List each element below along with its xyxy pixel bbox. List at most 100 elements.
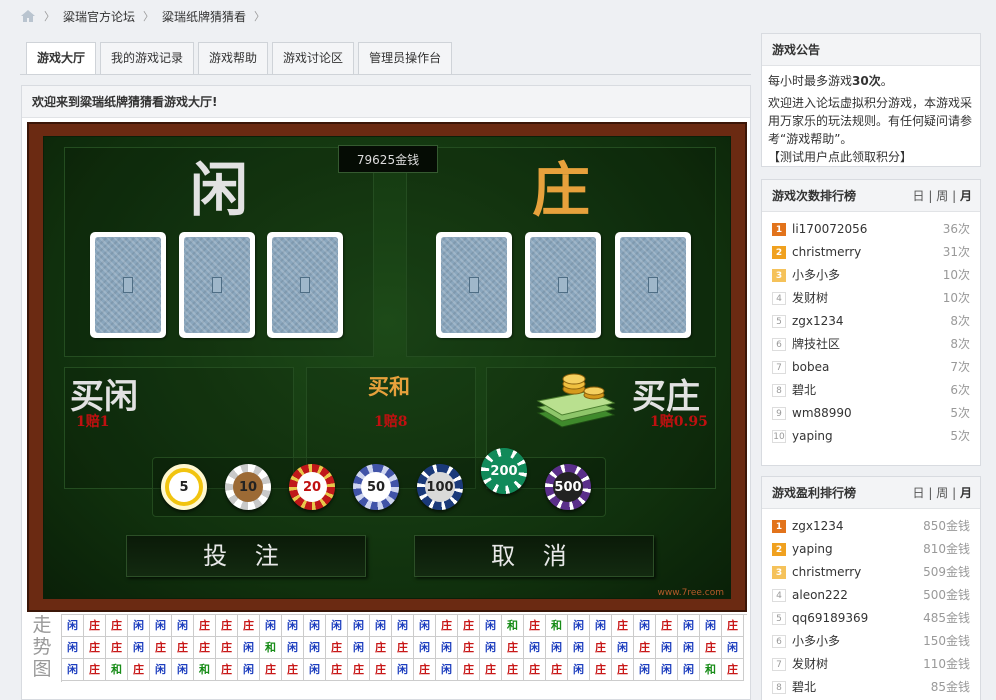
period-month[interactable]: 月 — [960, 486, 972, 500]
tab-my-records[interactable]: 我的游戏记录 — [100, 42, 195, 74]
count-rank-item: 3 小多小多 10次 — [762, 264, 980, 287]
rank-username-link[interactable]: 碧北 — [792, 383, 816, 397]
bet-banker-odds: 1赔0.95 — [650, 414, 708, 430]
chevron-right-icon: 〉 — [254, 10, 266, 23]
breadcrumb: 〉 粱瑞官方论坛 〉 粱瑞纸牌猜猜看 〉 — [20, 6, 265, 26]
rank-username-link[interactable]: 小多小多 — [792, 268, 840, 282]
rank-username-link[interactable]: zgx1234 — [792, 314, 844, 328]
trend-cell: 闲 — [414, 637, 436, 659]
rank-number-badge: 9 — [772, 407, 786, 420]
trend-cell: 庄 — [216, 659, 238, 681]
trend-cell: 和 — [106, 659, 128, 681]
trend-cell: 闲 — [370, 615, 392, 637]
breadcrumb-forum-link[interactable]: 粱瑞官方论坛 — [63, 8, 135, 25]
home-icon[interactable] — [20, 9, 36, 23]
trend-cell: 庄 — [502, 659, 524, 681]
trend-cell: 闲 — [392, 615, 414, 637]
trend-cell: 庄 — [370, 659, 392, 681]
rank-username-link[interactable]: 小多小多 — [792, 634, 840, 648]
rank-value: 485金钱 — [923, 611, 970, 625]
trend-cell: 闲 — [348, 615, 370, 637]
trend-cell: 闲 — [326, 615, 348, 637]
chip-200[interactable]: 200 — [481, 448, 527, 494]
rank-username-link[interactable]: yaping — [792, 542, 833, 556]
profit-rank-item: 7 发财树 110金钱 — [762, 653, 980, 676]
rank-number-badge: 10 — [772, 430, 786, 443]
bet-button[interactable]: 投 注 — [126, 535, 366, 577]
tab-game-hall[interactable]: 游戏大厅 — [26, 42, 97, 75]
bet-player-odds: 1赔1 — [76, 414, 110, 430]
chevron-right-icon: 〉 — [143, 10, 155, 23]
claim-points-link[interactable]: 【测试用户点此领取积分】 — [762, 148, 980, 166]
rank-value: 36次 — [942, 222, 970, 236]
trend-cell: 庄 — [656, 615, 678, 637]
trend-grid: 闲庄庄闲闲闲庄庄庄闲闲闲闲闲闲闲闲庄庄闲和庄和闲闲庄闲庄闲闲庄闲庄庄闲庄庄庄庄闲… — [61, 614, 747, 682]
trend-cell: 庄 — [238, 615, 260, 637]
trend-cell: 闲 — [62, 637, 84, 659]
rank-username-link[interactable]: bobea — [792, 360, 829, 374]
rank-username-link[interactable]: aleon222 — [792, 588, 848, 602]
tab-divider — [20, 74, 751, 75]
trend-cell: 闲 — [678, 637, 700, 659]
rank-username-link[interactable]: li170072056 — [792, 222, 867, 236]
count-rank-item: 6 牌技社区 8次 — [762, 333, 980, 356]
welcome-title: 欢迎来到粱瑞纸牌猜猜看游戏大厅! — [22, 86, 750, 118]
count-rank-item: 10 yaping 5次 — [762, 425, 980, 448]
rank-username-link[interactable]: wm88990 — [792, 406, 852, 420]
trend-cell: 庄 — [436, 615, 458, 637]
trend-cell: 闲 — [304, 615, 326, 637]
tab-discussion[interactable]: 游戏讨论区 — [272, 42, 355, 74]
chip-50[interactable]: 50 — [353, 464, 399, 510]
tab-help[interactable]: 游戏帮助 — [198, 42, 269, 74]
chip-5[interactable]: 5 — [161, 464, 207, 510]
trend-cell: 闲 — [568, 659, 590, 681]
period-day[interactable]: 日 — [913, 189, 925, 203]
rank-number-badge: 7 — [772, 658, 786, 671]
trend-cell: 闲 — [282, 615, 304, 637]
rank-username-link[interactable]: christmerry — [792, 565, 861, 579]
trend-cell: 庄 — [700, 637, 722, 659]
trend-cell: 闲 — [392, 659, 414, 681]
trend-cell: 庄 — [458, 637, 480, 659]
rank-username-link[interactable]: 碧北 — [792, 680, 816, 694]
chip-10[interactable]: 10 — [225, 464, 271, 510]
trend-cell: 庄 — [414, 659, 436, 681]
period-switch: 日 | 周 | 月 — [913, 180, 972, 212]
chip-20[interactable]: 20 — [289, 464, 335, 510]
rank-username-link[interactable]: yaping — [792, 429, 833, 443]
period-week[interactable]: 周 — [936, 189, 948, 203]
player-title: 闲 — [190, 156, 249, 224]
trend-cell: 庄 — [480, 659, 502, 681]
trend-cell: 庄 — [590, 637, 612, 659]
period-week[interactable]: 周 — [936, 486, 948, 500]
count-rank-item: 9 wm88990 5次 — [762, 402, 980, 425]
period-day[interactable]: 日 — [913, 486, 925, 500]
trend-cell: 庄 — [458, 615, 480, 637]
rank-username-link[interactable]: 发财树 — [792, 657, 828, 671]
chip-100[interactable]: 100 — [417, 464, 463, 510]
rank-value: 850金钱 — [923, 519, 970, 533]
notice-limit: 每小时最多游戏30次。 — [768, 74, 893, 88]
chip-500[interactable]: 500 — [545, 464, 591, 510]
trend-cell: 庄 — [348, 659, 370, 681]
tab-admin[interactable]: 管理员操作台 — [358, 42, 453, 74]
trend-cell: 庄 — [84, 659, 106, 681]
rank-username-link[interactable]: qq69189369 — [792, 611, 868, 625]
trend-cell: 庄 — [722, 615, 744, 637]
trend-cell: 庄 — [524, 659, 546, 681]
trend-cell: 庄 — [612, 615, 634, 637]
profit-rank-title: 游戏盈利排行榜 — [772, 486, 857, 500]
rank-value: 10次 — [942, 291, 970, 305]
rank-value: 110金钱 — [923, 657, 970, 671]
tab-bar: 游戏大厅 我的游戏记录 游戏帮助 游戏讨论区 管理员操作台 — [26, 42, 453, 75]
rank-username-link[interactable]: zgx1234 — [792, 519, 844, 533]
rank-username-link[interactable]: christmerry — [792, 245, 861, 259]
period-month[interactable]: 月 — [960, 189, 972, 203]
rank-username-link[interactable]: 发财树 — [792, 291, 828, 305]
trend-cell: 闲 — [150, 659, 172, 681]
cancel-button[interactable]: 取 消 — [414, 535, 654, 577]
count-rank-item: 1 li170072056 36次 — [762, 218, 980, 241]
breadcrumb-game-link[interactable]: 粱瑞纸牌猜猜看 — [162, 8, 246, 25]
rank-number-badge: 4 — [772, 292, 786, 305]
rank-username-link[interactable]: 牌技社区 — [792, 337, 840, 351]
